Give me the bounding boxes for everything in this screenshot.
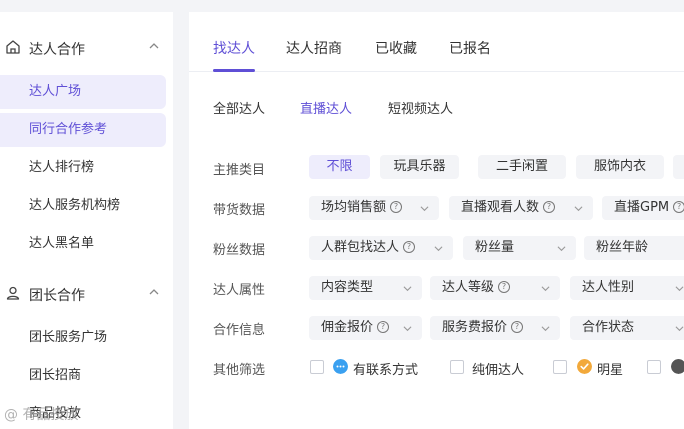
subtab-all-talent[interactable]: 全部达人: [213, 98, 265, 117]
sidebar-item-blacklist[interactable]: 达人黑名单: [0, 227, 166, 261]
sidebar-item-agency-ranking[interactable]: 达人服务机构榜: [0, 189, 166, 223]
dropdown-talent-gender[interactable]: 达人性别: [570, 276, 684, 300]
dropdown-fan-count[interactable]: 粉丝量: [463, 236, 576, 260]
sidebar-item-leader-service-square[interactable]: 团长服务广场: [0, 321, 166, 355]
chevron-up-icon[interactable]: [148, 286, 160, 298]
checkbox-label-has-contact: 有联系方式: [353, 363, 419, 378]
star-badge-icon: [577, 359, 592, 374]
category-chip-more[interactable]: [673, 155, 684, 179]
checkbox-label-celebrity: 明星: [597, 363, 624, 378]
filter-label-cooperation: 合作信息: [213, 323, 266, 338]
category-chip-unlimited[interactable]: 不限: [309, 155, 370, 179]
dropdown-label: 直播GPM: [614, 200, 670, 215]
main-panel: 找达人 达人招商 已收藏 已报名 全部达人 直播达人 短视频达人 主推类目 不限…: [189, 12, 684, 429]
help-icon[interactable]: ?: [511, 320, 524, 333]
category-chip-apparel[interactable]: 服饰内衣: [576, 155, 664, 179]
chevron-down-icon: [434, 246, 443, 252]
chevron-down-icon: [574, 206, 583, 212]
chevron-down-icon: [541, 326, 550, 332]
dropdown-label: 达人性别: [582, 280, 635, 295]
watermark-text: 有品投放: [22, 407, 79, 423]
dropdown-label: 合作状态: [582, 320, 635, 335]
help-icon[interactable]: ?: [403, 240, 416, 253]
chevron-down-icon: [420, 206, 429, 212]
chevron-down-icon: [675, 326, 684, 332]
dropdown-label: 达人等级: [442, 280, 495, 295]
sidebar-item-leader-recruit[interactable]: 团长招商: [0, 359, 166, 393]
sidebar: 达人合作 达人广场 同行合作参考 达人排行榜 达人服务机构榜 达人黑名单 团长合…: [0, 12, 173, 429]
sidebar-item-peer-reference[interactable]: 同行合作参考: [0, 113, 166, 147]
dropdown-label: 服务费报价: [442, 320, 508, 335]
dropdown-talent-level[interactable]: 达人等级?: [430, 276, 560, 300]
dropdown-label: 人群包找达人: [321, 240, 400, 255]
dropdown-commission-quote[interactable]: 佣金报价?: [309, 316, 422, 340]
help-icon[interactable]: ?: [673, 200, 684, 213]
subtab-short-video-talent[interactable]: 短视频达人: [388, 98, 453, 117]
sidebar-group-talent-coop[interactable]: 达人合作: [0, 36, 173, 60]
checkbox-commission-only[interactable]: [450, 360, 464, 374]
tab-registered[interactable]: 已报名: [449, 38, 491, 58]
chevron-down-icon: [541, 286, 550, 292]
watermark: @ 有品投放: [4, 407, 79, 423]
chevron-down-icon: [403, 286, 412, 292]
dropdown-coop-status[interactable]: 合作状态: [570, 316, 684, 340]
checkbox-label-commission-only: 纯佣达人: [472, 363, 525, 378]
filter-label-attributes: 达人属性: [213, 283, 266, 298]
subtab-live-talent[interactable]: 直播达人: [300, 98, 352, 117]
sidebar-group-leader-coop[interactable]: 团长合作: [0, 282, 173, 306]
sidebar-item-talent-square[interactable]: 达人广场: [0, 75, 166, 109]
tab-favorites[interactable]: 已收藏: [375, 38, 417, 58]
filter-label-sales: 带货数据: [213, 203, 266, 218]
dropdown-label: 粉丝量: [475, 240, 515, 255]
category-chip-toys[interactable]: 玩具乐器: [380, 155, 459, 179]
dropdown-service-fee-quote[interactable]: 服务费报价?: [430, 316, 560, 340]
checkbox-celebrity[interactable]: [553, 360, 567, 374]
user-group-icon: [6, 286, 20, 300]
dropdown-fan-age[interactable]: 粉丝年龄: [584, 236, 684, 260]
help-icon[interactable]: ?: [390, 200, 403, 213]
top-tabs: 找达人 达人招商 已收藏 已报名: [189, 12, 684, 72]
dropdown-label: 场均销售额: [321, 200, 387, 215]
dropdown-label: 佣金报价: [321, 320, 374, 335]
help-icon[interactable]: ?: [543, 200, 556, 213]
category-chip-secondhand[interactable]: 二手闲置: [478, 155, 566, 179]
dropdown-audience-pack[interactable]: 人群包找达人?: [309, 236, 453, 260]
sidebar-item-talent-ranking[interactable]: 达人排行榜: [0, 151, 166, 185]
dropdown-label: 内容类型: [321, 280, 374, 295]
dropdown-content-type[interactable]: 内容类型: [309, 276, 422, 300]
chevron-down-icon: [403, 326, 412, 332]
badge-icon: [671, 359, 684, 374]
sidebar-group-label: 达人合作: [29, 42, 85, 58]
dropdown-live-viewers[interactable]: 直播观看人数?: [449, 196, 593, 220]
tab-active-indicator: [213, 69, 255, 72]
filter-label-category: 主推类目: [213, 163, 266, 178]
dropdown-label: 粉丝年龄: [596, 240, 649, 255]
filter-label-other: 其他筛选: [213, 363, 266, 378]
chevron-up-icon[interactable]: [148, 40, 160, 52]
tab-find-talent[interactable]: 找达人: [213, 38, 255, 58]
help-icon[interactable]: ?: [377, 320, 390, 333]
tab-talent-recruit[interactable]: 达人招商: [286, 38, 342, 58]
checkbox-has-contact[interactable]: [310, 360, 324, 374]
sidebar-group-label: 团长合作: [29, 288, 85, 304]
dropdown-label: 直播观看人数: [461, 200, 540, 215]
chevron-down-icon: [675, 286, 684, 292]
home-icon: [6, 40, 20, 54]
help-icon[interactable]: ?: [498, 280, 511, 293]
dropdown-live-gpm[interactable]: 直播GPM?: [602, 196, 684, 220]
checkbox-more[interactable]: [647, 360, 661, 374]
filter-label-fans: 粉丝数据: [213, 243, 266, 258]
chevron-down-icon: [557, 246, 566, 252]
chat-bubble-icon: [333, 359, 348, 374]
dropdown-avg-sales[interactable]: 场均销售额?: [309, 196, 439, 220]
